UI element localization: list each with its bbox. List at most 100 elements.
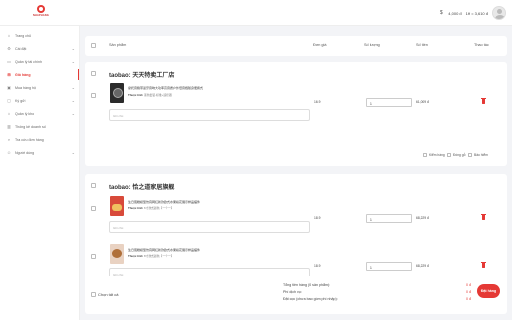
chevron-down-icon: ⌄ xyxy=(71,111,75,116)
variant-label: Thuộc tính: xyxy=(128,206,144,210)
cart-icon: ⊞ xyxy=(7,71,11,77)
place-order-button[interactable]: Đặt hàng xyxy=(477,284,500,298)
sidebar-item-consign[interactable]: ▢ Ký gửi ⌄ xyxy=(0,94,79,107)
top-bar: NHAPHANG $ 4,000 đ 1¥ = 3,610 đ xyxy=(0,0,512,26)
chevron-down-icon: ⌄ xyxy=(71,98,75,103)
shop-checkbox[interactable] xyxy=(91,71,96,76)
logo-mark-icon xyxy=(37,5,45,13)
note-input[interactable]: Ghi chú xyxy=(109,109,310,121)
product-image[interactable] xyxy=(110,196,124,216)
variant-label: Thuộc tính: xyxy=(128,254,144,258)
sidebar-item-label: Mua hàng hộ xyxy=(15,85,36,90)
option-inspection[interactable]: Kiểm hàng xyxy=(423,153,445,157)
sidebar: ⌂ Trang chủ ⚙ Cài đặt ⌄ ▭ Quản lý tài ch… xyxy=(0,26,80,320)
sidebar-item-stats[interactable]: ▥ Thống kê doanh số xyxy=(0,120,79,133)
shop-name[interactable]: taobao: 天天特卖工厂店 xyxy=(109,70,174,79)
money-icon: $ xyxy=(439,10,443,16)
avatar[interactable] xyxy=(492,6,506,20)
sidebar-item-lookup[interactable]: ⌕ Tra cứu đơn hàng xyxy=(0,133,79,146)
product-image[interactable] xyxy=(110,83,124,103)
total-label: Tổng tiền hàng (0 sản phẩm): xyxy=(283,283,331,287)
option-label: Kiểm hàng xyxy=(429,153,445,157)
sidebar-item-label: Tra cứu đơn hàng xyxy=(15,137,44,142)
home-icon: ⌂ xyxy=(7,32,11,38)
gear-icon: ⚙ xyxy=(7,45,11,51)
unit-price: 18.9 xyxy=(314,264,321,268)
select-all-checkbox-header[interactable] xyxy=(91,43,96,48)
sidebar-item-users[interactable]: ☺ Người dùng ⌄ xyxy=(0,146,79,159)
unit-price: 18.9 xyxy=(314,216,321,220)
sidebar-item-label: Ký gửi xyxy=(15,98,26,103)
variant-label: Thuộc tính: xyxy=(128,93,144,97)
product-title[interactable]: 生日蛋糕模型仿真网红新款欧式水果裱花展示样品摆件 xyxy=(128,200,318,204)
sidebar-item-label: Trang chủ xyxy=(15,33,32,38)
select-all-checkbox[interactable] xyxy=(91,292,96,297)
product-title[interactable]: 生日蛋糕模型仿真网红新款欧式水果裱花展示样品摆件 xyxy=(128,248,318,252)
column-header-amount: Số tiền xyxy=(416,43,428,47)
column-header-unit-price: Đơn giá xyxy=(313,43,327,47)
warehouse-icon: ⌂ xyxy=(7,110,11,116)
chevron-down-icon: ⌄ xyxy=(71,85,75,90)
sidebar-item-label: Quản lý tài chính xyxy=(15,59,42,64)
item-amount: 68,229 đ xyxy=(416,216,429,220)
inspection-checkbox[interactable] xyxy=(423,153,427,157)
insurance-checkbox[interactable] xyxy=(468,153,472,157)
wood-packing-checkbox[interactable] xyxy=(447,153,451,157)
trash-icon[interactable] xyxy=(481,214,486,220)
sidebar-item-label: Cài đặt xyxy=(15,46,27,51)
option-label: Đóng gỗ xyxy=(453,153,466,157)
fee-label: Phí dịch vụ: xyxy=(283,290,302,294)
fee-value: 0 đ xyxy=(466,290,471,294)
item-checkbox[interactable] xyxy=(91,254,96,259)
quantity-input[interactable]: 1 xyxy=(366,262,412,271)
quantity-input[interactable]: 1 xyxy=(366,214,412,223)
chart-icon: ▥ xyxy=(7,123,11,129)
bag-icon: ▣ xyxy=(7,84,11,90)
option-wood-packing[interactable]: Đóng gỗ xyxy=(447,153,465,157)
balance-amount: 4,000 đ xyxy=(448,10,462,16)
shop-checkbox[interactable] xyxy=(91,183,96,188)
trash-icon[interactable] xyxy=(481,262,486,268)
option-insurance[interactable]: Bảo hiểm xyxy=(468,153,488,157)
product-title[interactable]: 摩托音箱带蓝牙音响大功率高音质户外低音炮随身便携式 xyxy=(128,86,318,90)
exchange-rate: 1¥ = 3,610 đ xyxy=(465,10,488,16)
sidebar-item-cart[interactable]: ⊞ Giỏ hàng xyxy=(0,68,79,81)
variant-value: 6寸款式颜色【一个一】 xyxy=(144,206,174,210)
product-variant: Thuộc tính: 6寸款式颜色【一个一】 xyxy=(128,206,174,210)
box-icon: ▢ xyxy=(7,97,11,103)
product-image[interactable] xyxy=(110,244,124,264)
option-label: Bảo hiểm xyxy=(474,153,488,157)
item-checkbox[interactable] xyxy=(91,93,96,98)
quantity-input[interactable]: 1 xyxy=(366,98,412,107)
cart-table-header: Sản phẩm Đơn giá Số lượng Số tiền Thao t… xyxy=(85,36,507,56)
chevron-down-icon: ⌄ xyxy=(71,59,75,64)
deposit-value: 0 đ xyxy=(466,297,471,301)
chevron-down-icon: ⌄ xyxy=(71,150,75,155)
brand-logo[interactable]: NHAPHANG xyxy=(32,5,50,19)
trash-icon[interactable] xyxy=(481,98,486,104)
search-icon: ⌕ xyxy=(7,136,11,142)
sidebar-item-label: Quản lý kho xyxy=(15,111,35,116)
sidebar-item-finance[interactable]: ▭ Quản lý tài chính ⌄ xyxy=(0,55,79,68)
sidebar-item-warehouse[interactable]: ⌂ Quản lý kho ⌄ xyxy=(0,107,79,120)
column-header-action: Thao tác xyxy=(474,43,489,47)
item-checkbox[interactable] xyxy=(91,206,96,211)
sidebar-item-home[interactable]: ⌂ Trang chủ xyxy=(0,29,79,42)
column-header-quantity: Số lượng xyxy=(364,43,380,47)
user-icon: ☺ xyxy=(7,149,12,155)
note-input[interactable]: Ghi chú xyxy=(109,221,310,233)
total-value: 0 đ xyxy=(466,283,471,287)
variant-value: 黑色套装-标准+遥控器 xyxy=(144,93,172,97)
product-variant: Thuộc tính: 8寸款式颜色【一个一】 xyxy=(128,254,174,258)
shop-group: taobao: 天天特卖工厂店 摩托音箱带蓝牙音响大功率高音质户外低音炮随身便携… xyxy=(85,62,507,166)
item-amount: 68,229 đ xyxy=(416,264,429,268)
sidebar-item-purchase[interactable]: ▣ Mua hàng hộ ⌄ xyxy=(0,81,79,94)
account-summary: $ 4,000 đ 1¥ = 3,610 đ xyxy=(438,5,506,21)
shop-name[interactable]: taobao: 恰之道家居旗舰 xyxy=(109,182,174,191)
sidebar-item-settings[interactable]: ⚙ Cài đặt ⌄ xyxy=(0,42,79,55)
product-variant: Thuộc tính: 黑色套装-标准+遥控器 xyxy=(128,93,172,97)
column-header-product: Sản phẩm xyxy=(109,43,127,47)
logo-text: NHAPHANG xyxy=(32,14,50,17)
deposit-label: Đặt cọc (chưa bao gồm phí nhập): xyxy=(283,297,338,301)
select-all-label[interactable]: Chọn tất cả xyxy=(98,292,118,297)
